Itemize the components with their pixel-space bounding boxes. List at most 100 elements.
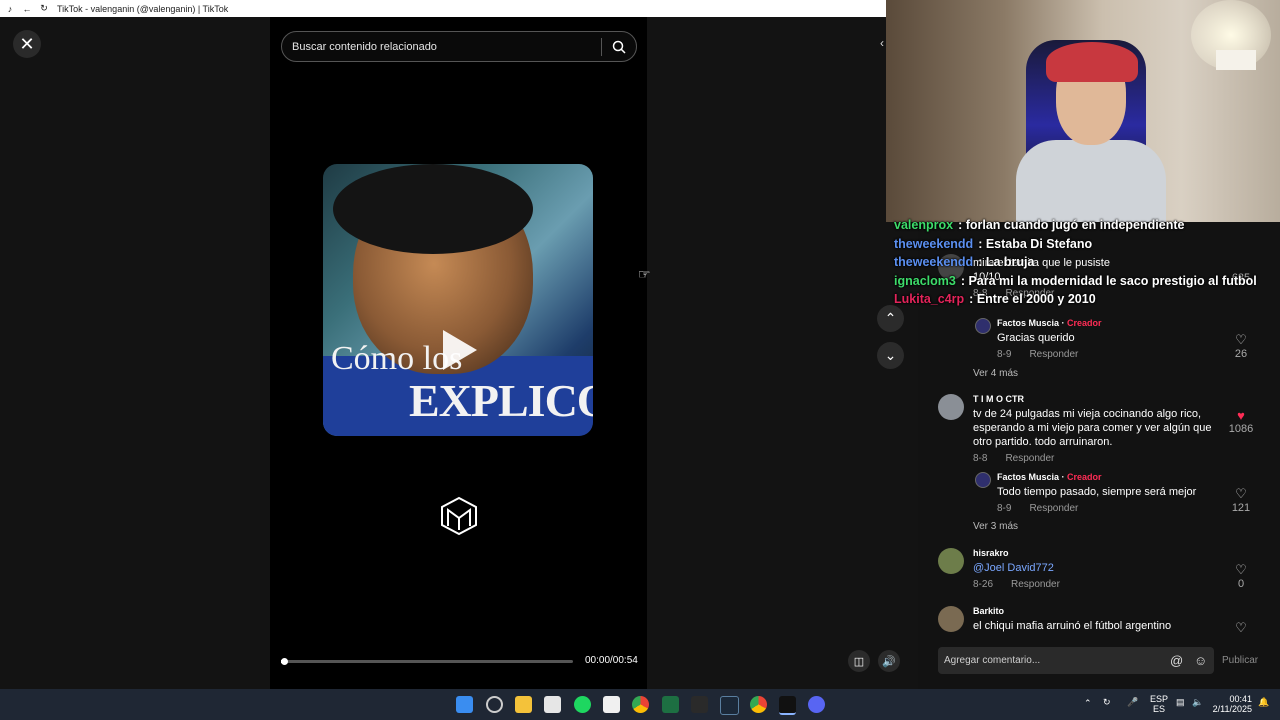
- chat-message: La bruja: [985, 255, 1035, 269]
- avatar[interactable]: [938, 548, 964, 574]
- windows-start-icon[interactable]: [456, 696, 473, 713]
- comment-author[interactable]: Factos Muscia: [997, 472, 1059, 482]
- chat-user: valenprox: [894, 218, 954, 232]
- creator-avatar[interactable]: [975, 472, 991, 488]
- like-number: 0: [1237, 578, 1245, 590]
- like-number: 1086: [1228, 423, 1254, 435]
- search-input[interactable]: Buscar contenido relacionado: [292, 41, 601, 53]
- like-button[interactable]: ♥ 1086: [1226, 408, 1256, 435]
- reload-icon[interactable]: ↻: [37, 2, 51, 16]
- next-video-button[interactable]: ⌄: [877, 342, 904, 369]
- play-icon[interactable]: [443, 330, 477, 370]
- heart-icon: ♡: [1235, 620, 1247, 632]
- chrome-icon[interactable]: [632, 696, 649, 713]
- like-number: 121: [1231, 502, 1251, 514]
- chat-line: Lukita_c4rp: Entre el 2000 y 2010: [894, 292, 1096, 306]
- window-title: TikTok - valenganin (@valenganin) | TikT…: [57, 3, 229, 14]
- tiktok-taskbar-icon[interactable]: [779, 696, 796, 715]
- view-more-replies[interactable]: Ver 4 más: [973, 368, 1018, 379]
- file-explorer-icon[interactable]: [515, 696, 532, 713]
- mention-link[interactable]: @Joel David772: [973, 561, 1223, 575]
- avatar[interactable]: [938, 394, 964, 420]
- comment-input[interactable]: Agregar comentario... @ ☺: [938, 647, 1214, 674]
- spotify-icon[interactable]: [574, 696, 591, 713]
- language-indicator[interactable]: ESP ES: [1150, 694, 1168, 714]
- chat-user: ignaclom3: [894, 273, 956, 288]
- volume-tray-icon[interactable]: 🔈: [1192, 697, 1203, 708]
- miniplayer-button[interactable]: ◫: [848, 650, 870, 672]
- copilot-icon[interactable]: [486, 696, 503, 713]
- chat-message: Para mi la modernidad le saco prestigio …: [968, 273, 1257, 288]
- sync-icon[interactable]: ↻: [1103, 697, 1111, 708]
- creator-badge: Creador: [1067, 472, 1102, 482]
- avatar[interactable]: [938, 606, 964, 632]
- chevron-up-icon: ⌃: [884, 310, 897, 326]
- clock[interactable]: 00:41 2/11/2025: [1212, 694, 1252, 714]
- like-button[interactable]: ♡: [1226, 620, 1256, 632]
- panel-collapse-icon[interactable]: ‹: [880, 36, 884, 50]
- comment-input-placeholder: Agregar comentario...: [944, 655, 1041, 666]
- channel-logo-icon: [441, 496, 477, 536]
- notifications-icon[interactable]: 🔔: [1258, 697, 1269, 708]
- publish-button[interactable]: Publicar: [1222, 655, 1258, 666]
- network-icon[interactable]: ▤: [1176, 697, 1185, 708]
- chat-line: theweekendd: La bruja: [894, 255, 1035, 269]
- tray-overflow-icon[interactable]: ⌃: [1084, 698, 1092, 709]
- mention-icon[interactable]: @: [1170, 653, 1183, 668]
- heart-filled-icon: ♥: [1237, 408, 1245, 423]
- lamp: [1216, 50, 1256, 70]
- like-button[interactable]: ♡ 121: [1226, 486, 1256, 514]
- excel-icon[interactable]: [662, 696, 679, 713]
- close-button[interactable]: ✕: [13, 30, 41, 58]
- clock-time: 00:41: [1229, 694, 1252, 704]
- chat-user: theweekendd: [894, 236, 974, 251]
- mouse-cursor-icon: ☞: [638, 266, 651, 282]
- heart-icon: ♡: [1235, 486, 1247, 501]
- progress-knob[interactable]: [280, 658, 288, 665]
- video-thumbnail[interactable]: Cómo los EXPLICO?: [323, 164, 593, 436]
- chat-user: Lukita_c4rp: [894, 292, 965, 306]
- comment-item: Barkito el chiqui mafia arruinó el fútbo…: [973, 606, 1223, 632]
- reply-button[interactable]: Responder: [1029, 503, 1078, 514]
- language-code: ESP: [1150, 694, 1169, 704]
- creator-avatar[interactable]: [975, 318, 991, 334]
- reply-item: Factos Muscia · Creador Todo tiempo pasa…: [997, 472, 1227, 514]
- reply-button[interactable]: Responder: [1005, 453, 1054, 464]
- emoji-icon[interactable]: ☺: [1194, 653, 1207, 668]
- volume-button[interactable]: 🔊: [878, 650, 900, 672]
- streamer-cap: [1046, 42, 1138, 82]
- reply-button[interactable]: Responder: [1011, 579, 1060, 590]
- like-button[interactable]: ♡ 26: [1226, 332, 1256, 360]
- epic-games-icon[interactable]: [691, 696, 708, 713]
- chat-user: theweekendd: [894, 255, 974, 269]
- progress-bar[interactable]: [280, 658, 573, 665]
- like-button[interactable]: ♡ 0: [1226, 562, 1256, 590]
- comment-text: el chiqui mafia arruinó el fútbol argent…: [973, 620, 1172, 632]
- discord-icon[interactable]: [808, 696, 825, 713]
- microphone-icon[interactable]: 🎤: [1127, 697, 1138, 708]
- chrome-profile-icon[interactable]: [750, 696, 767, 713]
- clock-date: 2/11/2025: [1212, 704, 1252, 714]
- store-icon[interactable]: [544, 696, 561, 713]
- heart-icon: ♡: [1235, 332, 1247, 347]
- chat-message: forlan cuando jugó en independiente: [965, 218, 1185, 232]
- comment-author[interactable]: hisrakro: [973, 548, 1223, 558]
- reply-button[interactable]: Responder: [1029, 349, 1078, 360]
- comment-author[interactable]: T I M O CTR: [973, 394, 1223, 404]
- comment-author[interactable]: Barkito: [973, 606, 1223, 616]
- webcam-overlay: [886, 0, 1280, 222]
- comment-date: 8-9: [997, 503, 1012, 514]
- keyboard-layout: ES: [1153, 704, 1166, 714]
- steam-icon[interactable]: [720, 696, 739, 715]
- back-arrow-icon[interactable]: ←: [20, 2, 34, 16]
- view-more-replies[interactable]: Ver 3 más: [973, 521, 1018, 532]
- comment-text: Todo tiempo pasado, siempre será mejor: [997, 486, 1197, 498]
- stream-chat-overlay: valenprox: forlan cuando jugó en indepen…: [894, 218, 1280, 311]
- comment-author[interactable]: Factos Muscia: [997, 318, 1059, 328]
- video-caption-line2: EXPLICO?: [409, 375, 593, 426]
- search-icon[interactable]: [602, 40, 636, 54]
- comment-date: 8-26: [973, 579, 994, 590]
- capcut-icon[interactable]: [603, 696, 620, 713]
- search-bar[interactable]: Buscar contenido relacionado: [281, 31, 637, 62]
- comment-item: hisrakro @Joel David772 8-26 Responder: [973, 548, 1223, 590]
